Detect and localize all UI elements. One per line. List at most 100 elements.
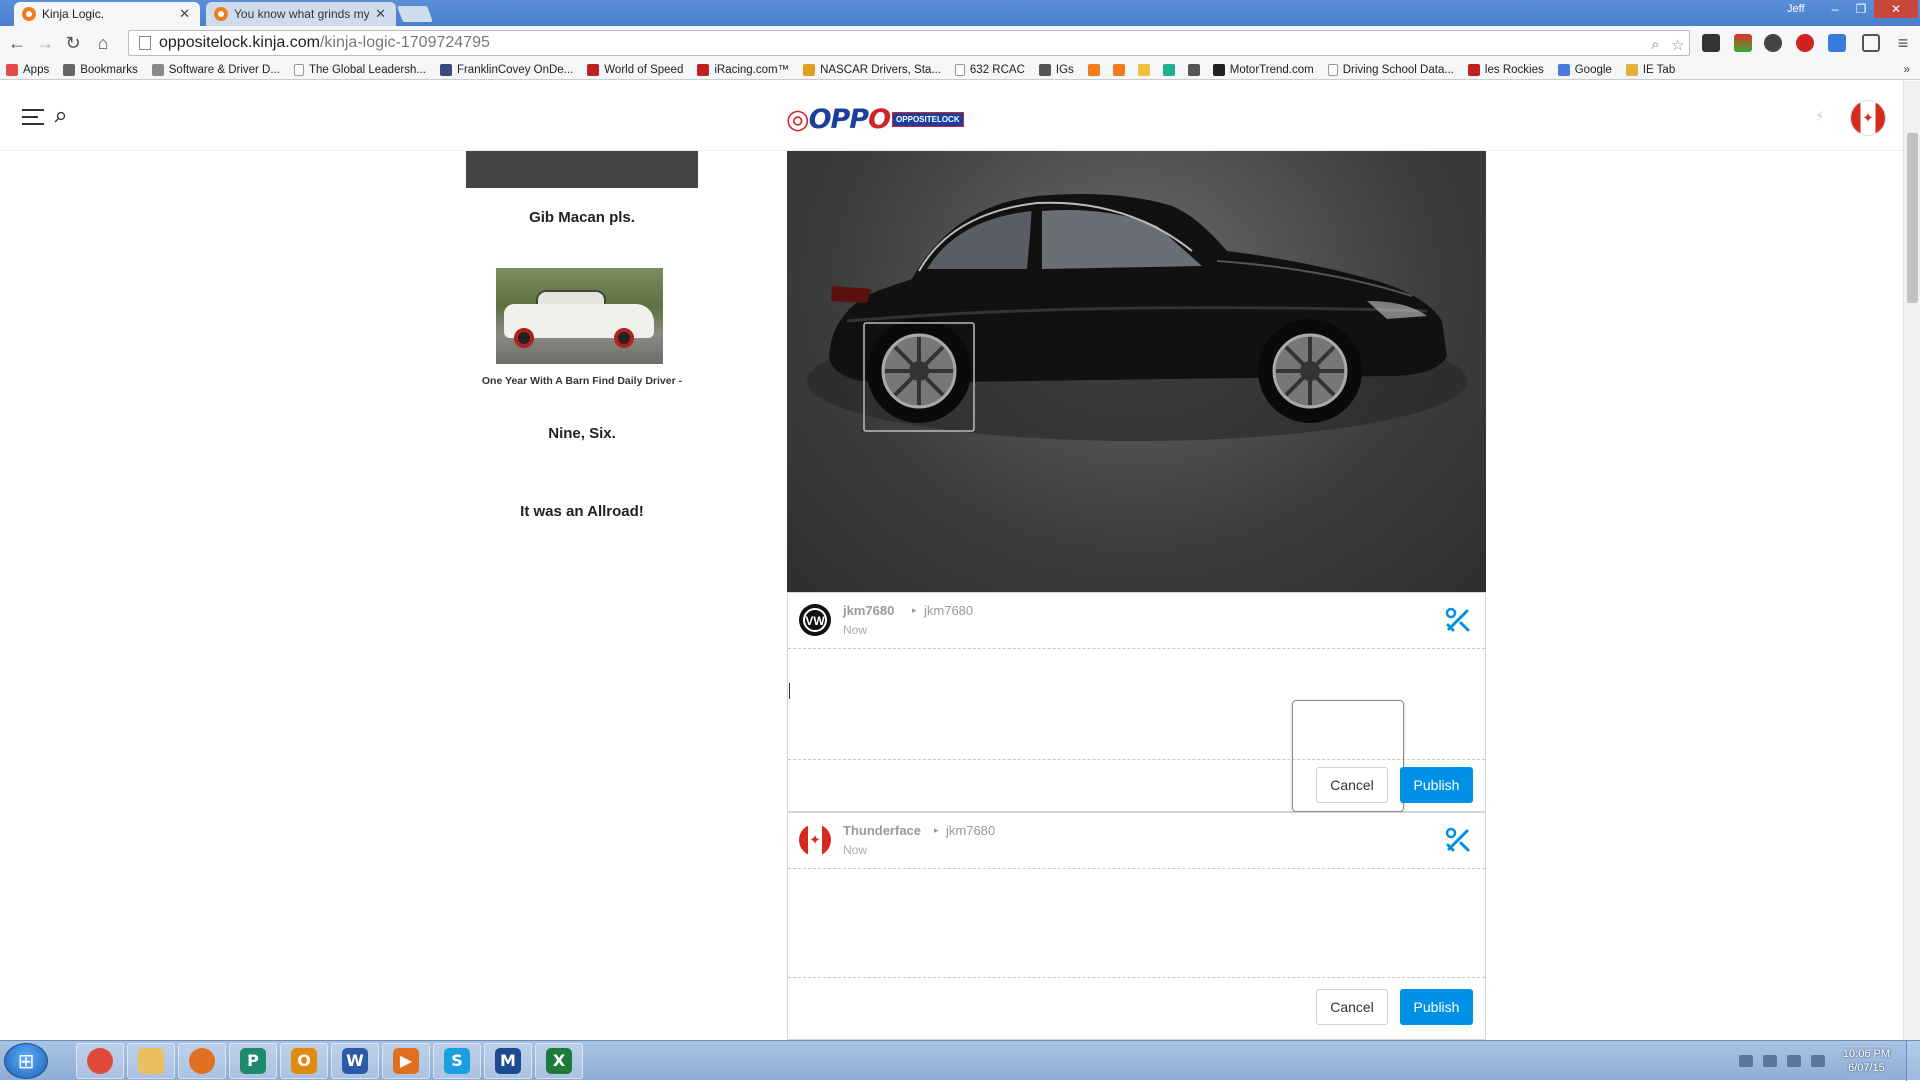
vw-logo-icon[interactable]: VW	[799, 604, 831, 636]
tray-flag-icon[interactable]	[1786, 1055, 1801, 1067]
bookmark-star-icon[interactable]: ☆	[1671, 36, 1684, 54]
related-post-image[interactable]	[466, 151, 698, 188]
hamburger-menu-icon[interactable]	[22, 109, 44, 130]
taskbar-chrome-button[interactable]	[76, 1043, 124, 1079]
logo-text: ◎OPPO	[786, 103, 891, 135]
tray-network-icon[interactable]	[1762, 1055, 1777, 1067]
bookmark-item[interactable]: NASCAR Drivers, Sta...	[803, 63, 941, 76]
reply-editor: VW jkm7680 ▸ jkm7680 Now Cancel Publish	[787, 592, 1486, 812]
bookmark-item[interactable]	[1087, 63, 1105, 76]
bookmark-item[interactable]: IGs	[1038, 63, 1074, 76]
canada-flag-avatar-icon[interactable]	[799, 824, 831, 856]
home-icon[interactable]: ⌂	[92, 32, 114, 54]
menu-icon[interactable]: ≡	[1892, 32, 1914, 54]
cancel-button[interactable]: Cancel	[1316, 989, 1388, 1025]
minimize-button[interactable]: –	[1822, 0, 1848, 18]
scrollbar-thumb[interactable]	[1907, 133, 1918, 303]
forward-arrow-icon[interactable]: →	[34, 32, 56, 54]
oppo-logo[interactable]: ◎OPPO OPPOSITELOCK	[786, 102, 964, 136]
cast-icon[interactable]	[1862, 34, 1880, 52]
tab-close-icon[interactable]: ✕	[375, 6, 386, 22]
bookmark-item[interactable]: 632 RCAC	[954, 63, 1025, 76]
bookmark-item[interactable]: World of Speed	[587, 63, 683, 76]
skype-icon: S	[444, 1048, 470, 1074]
tray-volume-icon[interactable]	[1810, 1055, 1825, 1067]
taskbar-publisher-button[interactable]: P	[229, 1043, 277, 1079]
bookmark-item[interactable]: Driving School Data...	[1327, 63, 1454, 76]
system-clock[interactable]: 10:06 PM 6/07/15	[1843, 1047, 1890, 1075]
bookmark-item[interactable]: les Rockies	[1467, 63, 1544, 76]
reply-author[interactable]: jkm7680	[843, 603, 894, 618]
web-page: ◎OPPO OPPOSITELOCK ⚡ Gib Macan pls. One …	[0, 81, 1903, 1040]
bookmark-item[interactable]: iRacing.com™	[697, 63, 789, 76]
excel-icon: X	[546, 1048, 572, 1074]
bookmark-item[interactable]: Software & Driver D...	[151, 63, 280, 76]
user-avatar[interactable]	[1850, 100, 1886, 136]
bookmarks-overflow-icon[interactable]: »	[1903, 62, 1910, 76]
address-bar[interactable]: oppositelock.kinja.com/kinja-logic-17097…	[128, 30, 1690, 56]
tab-title: You know what grinds my	[234, 7, 370, 21]
logo-tagline: OPPOSITELOCK	[892, 111, 964, 127]
bookmark-item[interactable]: IE Tab	[1625, 63, 1675, 76]
tab-kinja-logic[interactable]: Kinja Logic. ✕	[14, 2, 200, 26]
reload-icon[interactable]: ↻	[62, 32, 84, 54]
page-scrollbar[interactable]	[1903, 81, 1920, 1040]
bookmark-icon	[954, 63, 965, 76]
reply-text-area[interactable]	[788, 869, 1485, 977]
taskbar-media-player-button[interactable]: ▶	[382, 1043, 430, 1079]
color-extension-icon[interactable]	[1734, 34, 1752, 52]
ie-tab-extension-icon[interactable]	[1828, 34, 1846, 52]
reply-to-user[interactable]: jkm7680	[946, 823, 995, 838]
zoom-icon[interactable]: ⌕	[1651, 36, 1659, 53]
bookmark-label: 632 RCAC	[969, 63, 1025, 76]
taskbar-explorer-button[interactable]	[127, 1043, 175, 1079]
bookmark-item[interactable]: FranklinCovey OnDe...	[439, 63, 573, 76]
bookmark-item[interactable]: MotorTrend.com	[1212, 63, 1314, 76]
new-tab-button[interactable]	[397, 6, 433, 22]
buffer-extension-icon[interactable]	[1702, 34, 1720, 52]
bookmark-item[interactable]	[1112, 63, 1130, 76]
restore-button[interactable]: ❐	[1848, 0, 1874, 18]
reply-author[interactable]: Thunderface	[843, 823, 921, 838]
publish-button[interactable]: Publish	[1400, 989, 1473, 1025]
reply-to-arrow-icon: ▸	[934, 825, 939, 835]
taskbar-malwarebytes-button[interactable]: M	[484, 1043, 532, 1079]
taskbar-excel-button[interactable]: X	[535, 1043, 583, 1079]
bookmark-label: NASCAR Drivers, Sta...	[820, 63, 941, 76]
tools-icon[interactable]	[1445, 607, 1471, 633]
taskbar-outlook-button[interactable]: O	[280, 1043, 328, 1079]
close-window-button[interactable]: ✕	[1874, 0, 1918, 18]
related-post-title[interactable]: Gib Macan pls.	[466, 209, 698, 226]
bookmark-item[interactable]	[1187, 63, 1205, 76]
reply-to-user[interactable]: jkm7680	[924, 603, 973, 618]
chromecast-extension-icon[interactable]	[1764, 34, 1782, 52]
tray-show-hidden-icon[interactable]	[1738, 1055, 1753, 1067]
tab-you-know-what[interactable]: You know what grinds my ✕	[206, 2, 396, 26]
barn-find-car-image[interactable]	[496, 268, 663, 364]
adblock-extension-icon[interactable]	[1796, 34, 1814, 52]
taskbar-word-button[interactable]: W	[331, 1043, 379, 1079]
related-post-title[interactable]: Nine, Six.	[466, 425, 698, 442]
show-desktop-button[interactable]	[1906, 1041, 1920, 1081]
start-button[interactable]	[4, 1043, 48, 1079]
taskbar-firefox-button[interactable]	[178, 1043, 226, 1079]
publish-button[interactable]: Publish	[1400, 767, 1473, 803]
bookmark-item[interactable]: Apps	[6, 63, 49, 76]
clock-date: 6/07/15	[1848, 1062, 1885, 1074]
bookmark-item[interactable]: Bookmarks	[63, 63, 138, 76]
taskbar-skype-button[interactable]: S	[433, 1043, 481, 1079]
tab-close-icon[interactable]: ✕	[179, 6, 190, 22]
related-post-caption[interactable]: One Year With A Barn Find Daily Driver -	[466, 375, 698, 387]
cancel-button[interactable]: Cancel	[1316, 767, 1388, 803]
svg-text:VW: VW	[805, 614, 825, 628]
tools-icon[interactable]	[1445, 827, 1471, 853]
bookmark-item[interactable]: Google	[1557, 63, 1612, 76]
bookmark-item[interactable]	[1137, 63, 1155, 76]
bookmark-item[interactable]	[1162, 63, 1180, 76]
bookmark-item[interactable]: The Global Leadersh...	[293, 63, 426, 76]
lightning-icon[interactable]: ⚡	[1815, 108, 1825, 125]
back-arrow-icon[interactable]: ←	[6, 32, 28, 54]
bookmarks-bar: Apps Bookmarks Software & Driver D... The G…	[0, 60, 1920, 80]
search-icon[interactable]	[54, 111, 66, 123]
related-post-title[interactable]: It was an Allroad!	[466, 503, 698, 520]
